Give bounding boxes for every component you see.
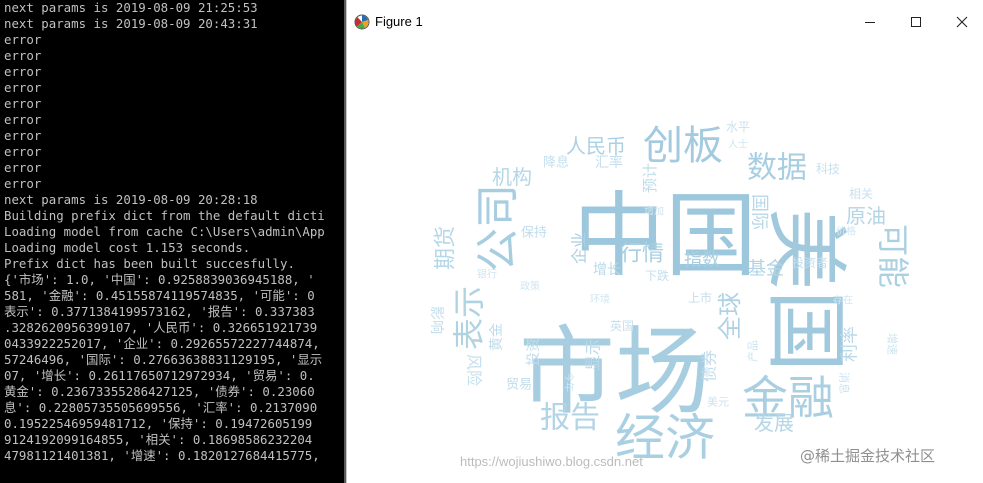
wordcloud-word: 银行 bbox=[477, 268, 497, 281]
wordcloud-word: 科技 bbox=[816, 162, 840, 176]
wordcloud-word: 国际 bbox=[749, 194, 770, 230]
wordcloud-word: 发展 bbox=[754, 411, 794, 435]
wordcloud-word: 期货 bbox=[434, 226, 459, 270]
wordcloud-word: 可能 bbox=[874, 224, 912, 288]
wordcloud-word: 基金 bbox=[748, 259, 784, 280]
wordcloud-word: 利率 bbox=[840, 326, 861, 362]
wordcloud-word: 增长 bbox=[593, 262, 621, 278]
watermark-brand: @稀土掘金技术社区 bbox=[800, 447, 936, 465]
wordcloud-word: 英国 bbox=[610, 319, 634, 333]
wordcloud-word: 全球 bbox=[716, 292, 744, 340]
wordcloud-word: 存在 bbox=[833, 294, 853, 307]
word-cloud: 中国市场 美国经济金融创板公司数据可能表示报告人民币机构期货 行情企业全球基金原油指… bbox=[428, 120, 912, 467]
wordcloud-word: 降息 bbox=[543, 155, 569, 171]
wordcloud-word: 预计 bbox=[641, 163, 659, 193]
wordcloud-word: 指数 bbox=[684, 250, 720, 271]
wordcloud-word: 黄金 bbox=[488, 323, 505, 351]
wordcloud-word: 人士 bbox=[728, 138, 748, 151]
wordcloud-word: 债券 bbox=[700, 350, 719, 382]
wordcloud-word: 投资 bbox=[526, 338, 542, 366]
wordcloud-word: 行情 bbox=[620, 242, 664, 267]
wordcloud-word: 水平 bbox=[726, 120, 750, 134]
wordcloud-word: 增加 bbox=[644, 205, 664, 218]
wordcloud-word: 数据 bbox=[747, 151, 807, 186]
wordcloud-word: 影响 bbox=[428, 306, 444, 334]
wordcloud-word: 美元 bbox=[707, 396, 729, 409]
wordcloud-word: 企业 bbox=[570, 232, 589, 264]
wordcloud-word: 投资者 bbox=[792, 255, 828, 270]
wordcloud-word: 下跌 bbox=[645, 268, 669, 283]
watermark-url: https://wojiushiwo.blog.csdn.net bbox=[460, 454, 643, 469]
wordcloud-word: 增速 bbox=[886, 333, 900, 355]
wordcloud-word: 保持 bbox=[521, 226, 547, 241]
wordcloud-word: 机构 bbox=[492, 165, 532, 189]
wordcloud-word: 环境 bbox=[590, 293, 610, 306]
wordcloud-word: 原油 bbox=[846, 204, 886, 228]
wordcloud-word: 政策 bbox=[520, 280, 540, 293]
wordcloud-word: 报告 bbox=[540, 401, 600, 436]
wordcloud-word: 公司 bbox=[473, 184, 524, 272]
wordcloud-word: 创板 bbox=[643, 123, 723, 169]
wordcloud-word: 今年 bbox=[563, 372, 576, 392]
wordcloud-word: 上市 bbox=[688, 290, 712, 305]
wordcloud-word: 产品 bbox=[746, 340, 760, 362]
wordcloud-word: 风险 bbox=[465, 354, 484, 386]
wordcloud-word: 贸易 bbox=[506, 378, 532, 393]
wordcloud-word: 相关 bbox=[849, 187, 873, 201]
wordcloud-word: 汇率 bbox=[595, 154, 623, 171]
wordcloud-word: 表示 bbox=[450, 286, 488, 350]
wordcloud-word: 消息 bbox=[838, 372, 852, 394]
wordcloud-word: 价格 bbox=[836, 225, 856, 238]
wordcloud-word: 显示 bbox=[584, 339, 603, 371]
